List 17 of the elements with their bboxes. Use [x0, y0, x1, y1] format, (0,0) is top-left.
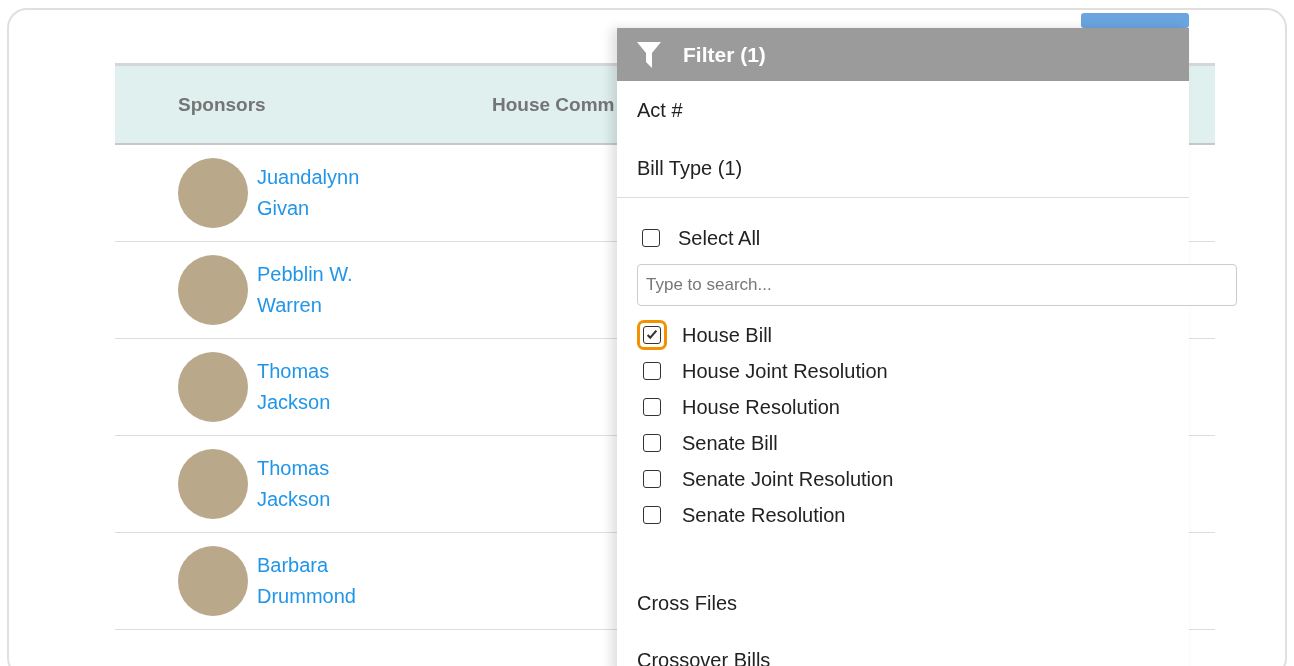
check-icon — [645, 328, 659, 342]
filter-section[interactable]: Act # — [617, 81, 1189, 139]
option-checkbox[interactable]: Senate Joint Resolution — [637, 461, 1189, 497]
option-checkbox[interactable]: House Resolution — [637, 389, 1189, 425]
option-checkbox[interactable]: Senate Resolution — [637, 497, 1189, 533]
column-header: Sponsors — [178, 93, 267, 116]
filter-icon — [637, 41, 661, 68]
option-checkbox[interactable]: House Bill — [637, 317, 1189, 353]
search-button[interactable] — [1081, 13, 1189, 28]
filter-title: Filter (1) — [683, 42, 766, 67]
option-checkbox[interactable]: Senate Bill — [637, 425, 1189, 461]
column-header: House Comm — [492, 93, 615, 116]
option-checkbox[interactable]: House Joint Resolution — [637, 353, 1189, 389]
filter-section[interactable]: Cross Files — [637, 575, 1189, 632]
search-field[interactable]: Type to search... — [637, 264, 1237, 306]
filter-section[interactable]: Bill Type (1) — [617, 139, 1189, 198]
select-all-checkbox[interactable]: Select All — [642, 220, 1189, 256]
